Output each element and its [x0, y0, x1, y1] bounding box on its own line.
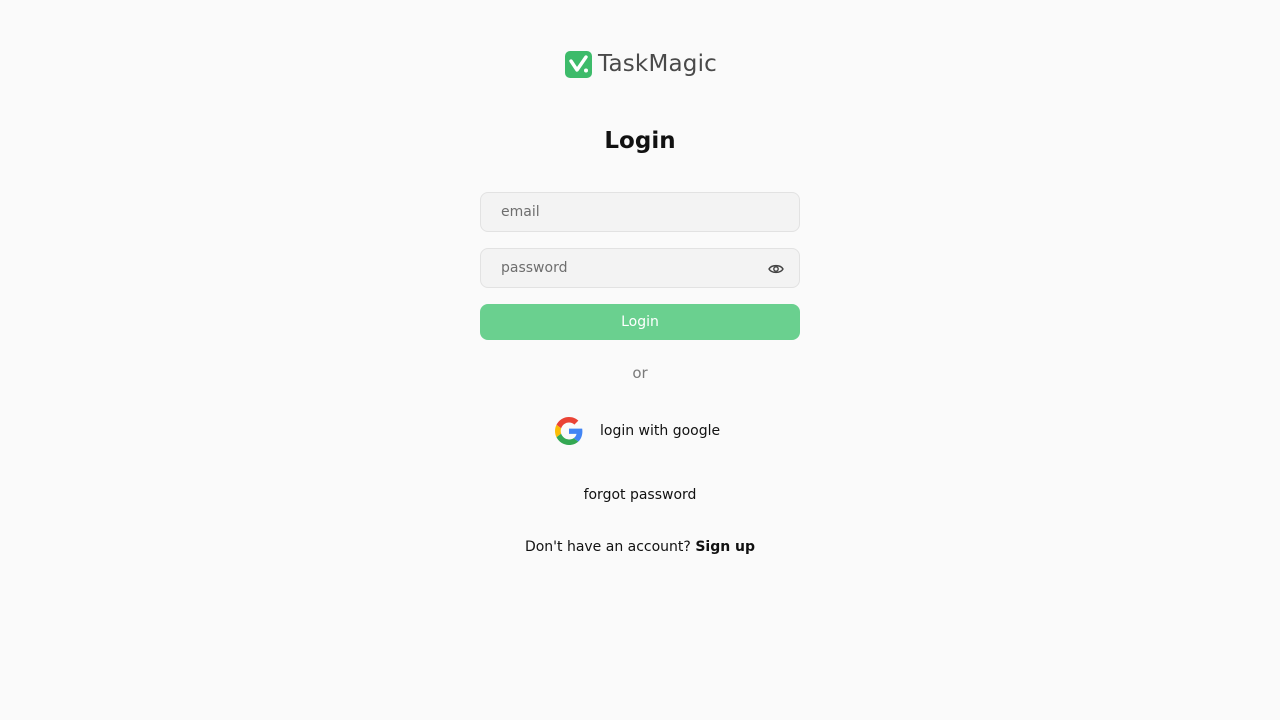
brand-name: TaskMagic	[598, 51, 718, 77]
brand-logo[interactable]: TaskMagic	[565, 50, 717, 78]
eye-icon[interactable]	[767, 261, 785, 277]
password-field[interactable]	[481, 249, 799, 287]
login-page: TaskMagic Login Login or login with goog…	[0, 0, 1280, 720]
forgot-password-link[interactable]: forgot password	[0, 487, 1280, 503]
password-field-wrapper	[480, 248, 800, 288]
signup-row: Don't have an account? Sign up	[0, 539, 1280, 555]
checkmark-badge-icon	[565, 50, 592, 78]
or-divider: or	[632, 364, 648, 382]
google-login-button[interactable]: login with google	[555, 416, 720, 446]
page-title: Login	[604, 128, 676, 154]
google-login-label: login with google	[600, 423, 721, 439]
email-field[interactable]	[481, 193, 799, 231]
email-field-wrapper	[480, 192, 800, 232]
login-button[interactable]: Login	[480, 304, 800, 340]
signup-prompt: Don't have an account?	[524, 539, 696, 555]
signup-link[interactable]: Sign up	[695, 539, 755, 555]
google-icon	[555, 417, 583, 445]
